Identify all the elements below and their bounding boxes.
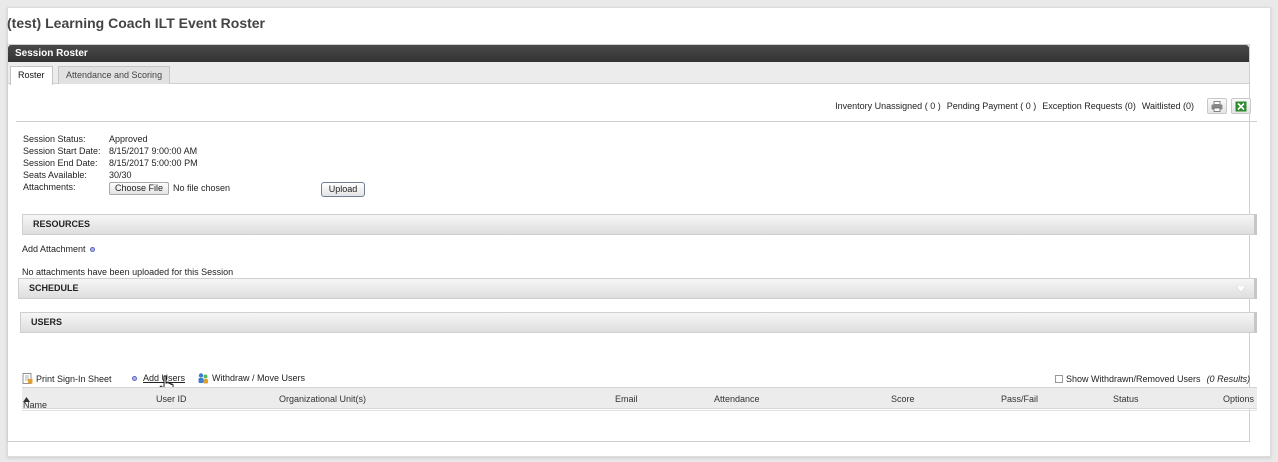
print-signin-sheet-link[interactable]: Print Sign-In Sheet bbox=[22, 373, 112, 384]
session-status-label: Session Status: bbox=[23, 134, 86, 144]
panel-header: Session Roster bbox=[8, 45, 1249, 62]
column-user-id[interactable]: User ID bbox=[156, 394, 187, 404]
excel-icon bbox=[1235, 101, 1247, 111]
schedule-section-header[interactable]: SCHEDULE bbox=[18, 278, 1257, 299]
column-name-label: Name bbox=[23, 400, 48, 410]
chevron-down-icon bbox=[1236, 286, 1246, 292]
printer-icon bbox=[1211, 100, 1223, 112]
page-title: (test) Learning Coach ILT Event Roster bbox=[7, 15, 265, 31]
waitlisted-link[interactable]: Waitlisted (0) bbox=[1142, 101, 1194, 111]
results-count: (0 Results) bbox=[1206, 374, 1251, 384]
tab-bar: Roster Attendance and Scoring bbox=[8, 62, 1249, 85]
add-attachment-label: Add Attachment bbox=[22, 244, 86, 254]
document-icon bbox=[22, 373, 33, 384]
add-attachment-link[interactable]: Add Attachment bbox=[22, 244, 96, 254]
session-end-label: Session End Date: bbox=[23, 158, 98, 168]
session-start-label: Session Start Date: bbox=[23, 146, 101, 156]
session-end-value: 8/15/2017 5:00:00 PM bbox=[109, 158, 198, 168]
users-move-icon bbox=[198, 373, 208, 384]
withdraw-move-users-link[interactable]: Withdraw / Move Users bbox=[197, 372, 305, 384]
export-excel-button[interactable] bbox=[1231, 98, 1251, 114]
tab-roster[interactable]: Roster bbox=[10, 66, 53, 85]
exception-requests-link[interactable]: Exception Requests (0) bbox=[1042, 101, 1136, 111]
column-org-units[interactable]: Organizational Unit(s) bbox=[279, 394, 366, 404]
choose-file-button[interactable]: Choose File bbox=[109, 182, 170, 195]
no-attachments-text: No attachments have been uploaded for th… bbox=[22, 267, 234, 277]
withdraw-move-label: Withdraw / Move Users bbox=[212, 373, 306, 383]
seats-available-label: Seats Available: bbox=[23, 170, 87, 180]
print-button[interactable] bbox=[1207, 98, 1227, 114]
column-name[interactable]: Name bbox=[23, 394, 47, 410]
show-withdrawn-checkbox[interactable] bbox=[1055, 375, 1063, 383]
session-info: Session Status: Approved Session Start Da… bbox=[23, 133, 230, 195]
tab-attendance-scoring[interactable]: Attendance and Scoring bbox=[58, 66, 171, 84]
column-pass-fail[interactable]: Pass/Fail bbox=[1001, 394, 1038, 404]
add-icon bbox=[90, 247, 96, 253]
resources-section-header[interactable]: RESOURCES bbox=[22, 214, 1257, 235]
seats-available-value: 30/30 bbox=[109, 170, 132, 180]
users-grid-header: Name User ID Organizational Unit(s) Emai… bbox=[22, 387, 1257, 410]
column-score[interactable]: Score bbox=[891, 394, 915, 404]
inventory-unassigned-link[interactable]: Inventory Unassigned ( 0 ) bbox=[835, 101, 941, 111]
upload-button[interactable]: Upload bbox=[321, 182, 365, 197]
session-status-value: Approved bbox=[109, 134, 148, 144]
add-users-icon bbox=[132, 375, 137, 381]
column-status[interactable]: Status bbox=[1113, 394, 1139, 404]
schedule-title: SCHEDULE bbox=[29, 283, 79, 293]
roster-counters: Inventory Unassigned ( 0 ) Pending Payme… bbox=[835, 101, 1194, 111]
users-section-header[interactable]: USERS bbox=[20, 312, 1257, 333]
show-withdrawn-label: Show Withdrawn/Removed Users bbox=[1066, 374, 1201, 384]
pending-payment-link[interactable]: Pending Payment ( 0 ) bbox=[947, 101, 1037, 111]
attachments-label: Attachments: bbox=[23, 182, 76, 192]
column-options[interactable]: Options bbox=[1223, 394, 1254, 404]
grid-bottom-divider bbox=[22, 410, 1257, 411]
divider bbox=[16, 121, 1257, 122]
column-attendance[interactable]: Attendance bbox=[714, 394, 760, 404]
show-withdrawn-toggle[interactable]: Show Withdrawn/Removed Users (0 Results) bbox=[1055, 374, 1250, 384]
session-start-value: 8/15/2017 9:00:00 AM bbox=[109, 146, 198, 156]
no-file-chosen-text: No file chosen bbox=[173, 183, 231, 193]
column-email[interactable]: Email bbox=[615, 394, 638, 404]
print-signin-label: Print Sign-In Sheet bbox=[36, 373, 112, 384]
